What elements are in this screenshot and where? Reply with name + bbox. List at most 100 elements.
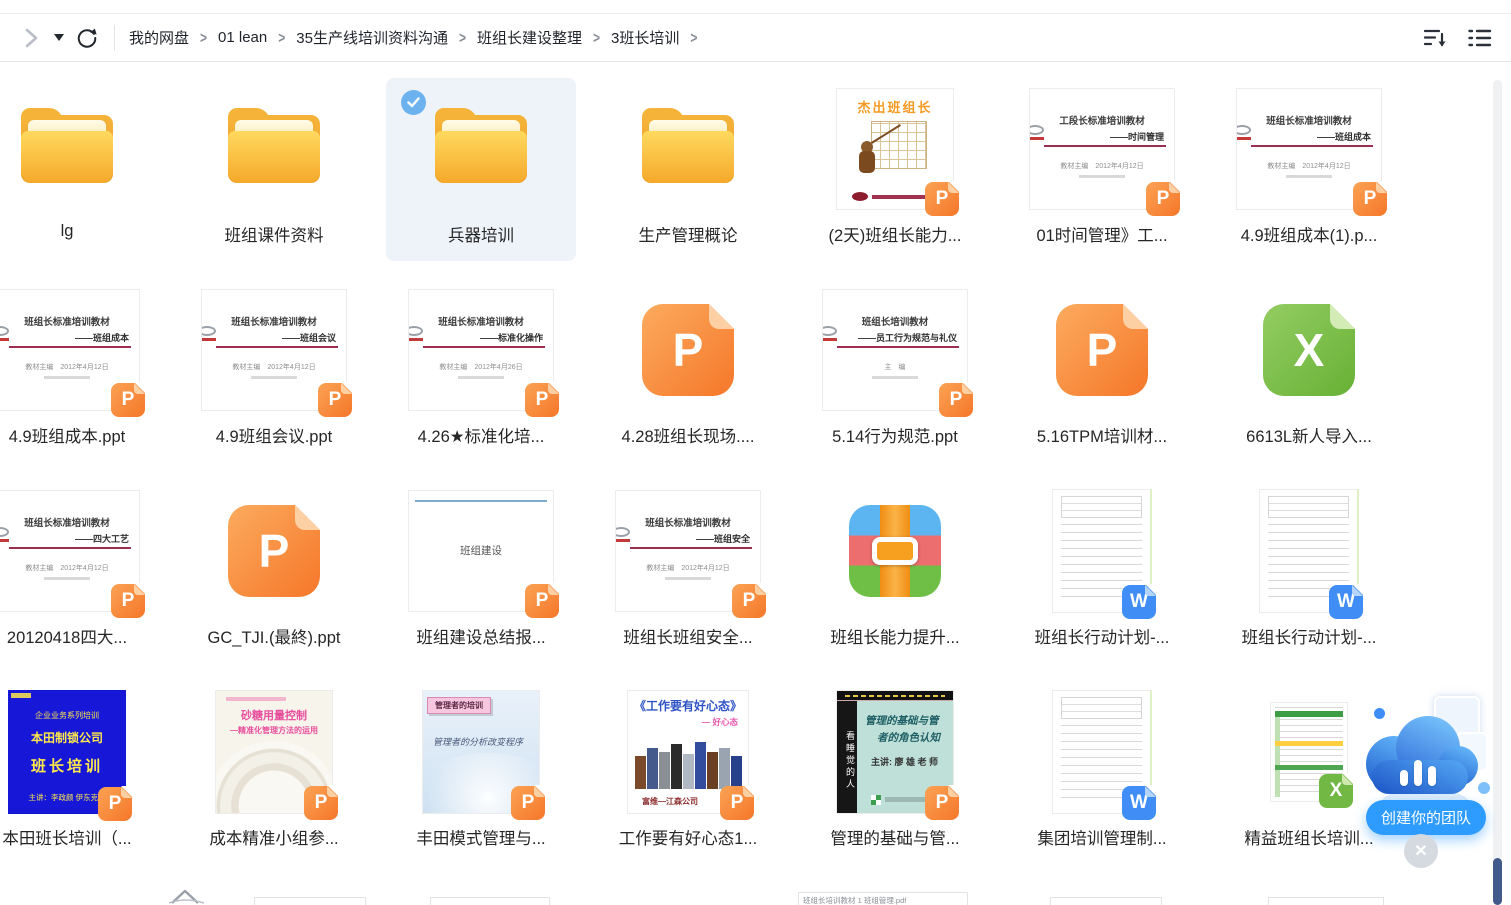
folder-icon xyxy=(226,109,322,189)
breadcrumb-item[interactable]: 3班长培训 xyxy=(611,27,679,48)
file-tile[interactable]: 工段长标准培训教材 ——时间管理 教材主编 2012年4月12日 P01时间管理… xyxy=(1007,78,1197,261)
ppt-badge-icon: P xyxy=(525,383,559,417)
refresh-button[interactable] xyxy=(74,25,100,51)
view-toggle-button[interactable] xyxy=(1467,25,1493,51)
excel-badge-icon: X xyxy=(1319,774,1353,808)
file-name-label: 5.14行为规范.ppt xyxy=(800,423,990,447)
file-name-label: 成本精准小组参... xyxy=(179,825,369,849)
file-tile[interactable]: P5.16TPM培训材... xyxy=(1007,279,1197,462)
promo-close-button[interactable]: ✕ xyxy=(1404,834,1438,868)
file-thumbnail: 砂糖用量控制 —精准化管理方法的运用P xyxy=(215,690,333,814)
thumb-meta: 教材主编 2012年4月12日 xyxy=(616,563,760,573)
ppt-badge-icon: P xyxy=(304,786,338,820)
thumb-title: 班组长标准培训教材 xyxy=(0,314,139,328)
file-name-label: 班组长能力提升... xyxy=(800,624,990,648)
ppt-badge-icon: P xyxy=(525,584,559,618)
file-tile[interactable]: 班组长培训教材 ——员工行为规范与礼仪 主 编 P 5.14行为规范.ppt xyxy=(800,279,990,462)
file-tile[interactable]: 班组长标准培训教材 ——标准化操作 教材主编 2012年4月26日 P4.26★… xyxy=(386,279,576,462)
file-tile[interactable]: 班组长标准培训教材 ——班组成本 教材主编 2012年4月12日 P4.9班组成… xyxy=(0,279,162,462)
thumb-line: 企业业务系列培训 xyxy=(8,710,126,721)
dropdown-caret-icon xyxy=(54,34,64,41)
file-thumbnail: 看睡觉的人 管理的基础与管 者的角色认知 主讲: 廖 雄 老 师 P xyxy=(836,690,954,814)
file-tile[interactable]: 班组长能力提升... xyxy=(800,480,990,663)
ppt-badge-icon: P xyxy=(511,786,545,820)
file-tile[interactable]: X6613L新人导入... xyxy=(1214,279,1404,462)
toolbar: 我的网盘>01 lean>35生产线培训资料沟通>班组长建设整理>3班长培训> xyxy=(0,14,1511,62)
thumb-meta: 教材主编 2012年4月12日 xyxy=(202,362,346,372)
folder-icon xyxy=(640,109,736,189)
thumb-meta: 教材主编 2012年4月26日 xyxy=(409,362,553,372)
file-tile[interactable]: W集团培训管理制... xyxy=(1007,681,1197,864)
folder-tile[interactable]: 兵器培训 xyxy=(386,78,576,261)
file-tile[interactable]: 杰出班组长 P (2天)班组长能力... xyxy=(800,78,990,261)
ppt-badge-icon: P xyxy=(318,383,352,417)
thumb-title: 班组建设 xyxy=(409,543,553,558)
file-tile[interactable]: 班组长标准培训教材 ——四大工艺 教材主编 2012年4月12日 P201204… xyxy=(0,480,162,663)
folder-tile[interactable]: lg xyxy=(0,78,162,261)
file-tile[interactable]: 班组建设 P 班组建设总结报... xyxy=(386,480,576,663)
file-tile[interactable]: 《工作要有好心态》 — 好心态 富维—江森公司P工作要有好心态1... xyxy=(593,681,783,864)
selected-check-icon[interactable] xyxy=(401,90,426,115)
breadcrumb-item[interactable]: 我的网盘 xyxy=(129,27,189,48)
breadcrumb-item[interactable]: 01 lean xyxy=(218,29,267,46)
file-name-label: 班组课件资料 xyxy=(179,222,369,246)
thumb-title: 者的角色认知 xyxy=(877,730,949,745)
window-top-strip xyxy=(0,0,1511,14)
thumb-meta: 教材主编 2012年4月12日 xyxy=(1237,161,1381,171)
file-thumbnail: W xyxy=(1259,489,1359,613)
thumb-subtitle: ——班组安全 xyxy=(616,532,760,545)
ppt-badge-icon: P xyxy=(939,383,973,417)
create-team-button[interactable]: 创建你的团队 xyxy=(1366,800,1486,835)
ppt-badge-icon: P xyxy=(925,786,959,820)
file-thumbnail: 班组长标准培训教材 ——四大工艺 教材主编 2012年4月12日 P xyxy=(0,490,140,612)
file-tile[interactable]: 班组长标准培训教材 ——班组安全 教材主编 2012年4月12日 P班组长班组安… xyxy=(593,480,783,663)
thumb-title: 砂糖用量控制 xyxy=(216,707,332,723)
thumb-line: 管理者的分析改变程序 xyxy=(433,735,523,748)
ppt-badge-icon: P xyxy=(111,383,145,417)
history-dropdown-button[interactable] xyxy=(50,25,68,51)
file-name-label: 6613L新人导入... xyxy=(1214,423,1404,447)
thumb-line: 本田制锁公司 xyxy=(8,729,126,746)
file-tile[interactable]: 看睡觉的人 管理的基础与管 者的角色认知 主讲: 廖 雄 老 师 P管理的基础与… xyxy=(800,681,990,864)
ppt-badge-icon: P xyxy=(732,584,766,618)
ppt-badge-icon: P xyxy=(111,584,145,618)
file-tile[interactable]: W班组长行动计划-... xyxy=(1214,480,1404,663)
file-tile[interactable]: PGC_TJI.(最終).ppt xyxy=(179,480,369,663)
thumb-title: 班组长标准培训教材 xyxy=(0,515,139,529)
file-name-label: 班组建设总结报... xyxy=(386,624,576,648)
breadcrumb-item[interactable]: 35生产线培训资料沟通 xyxy=(296,27,448,48)
file-tile[interactable]: 企业业务系列培训 本田制锁公司 班长培训 主讲：李政颜 伊东克美P本田班长培训（… xyxy=(0,681,162,864)
forward-button[interactable] xyxy=(18,25,44,51)
thumbnail-partial xyxy=(254,897,366,905)
file-name-label: 工作要有好心态1... xyxy=(593,825,783,849)
thumb-meta: 教材主编 2012年4月12日 xyxy=(0,563,139,573)
file-tile[interactable]: 管理者的培训 管理者的分析改变程序P丰田模式管理与... xyxy=(386,681,576,864)
thumb-meta: 教材主编 2012年4月12日 xyxy=(1030,161,1174,171)
file-thumbnail: W xyxy=(1052,489,1152,613)
file-tile[interactable]: 班组长标准培训教材 ——班组会议 教材主编 2012年4月12日 P4.9班组会… xyxy=(179,279,369,462)
thumb-subtitle: — 好心态 xyxy=(628,716,748,728)
breadcrumb-item[interactable]: 班组长建设整理 xyxy=(477,27,582,48)
file-tile[interactable]: 班组长标准培训教材 ——班组成本 教材主编 2012年4月12日 P4.9班组成… xyxy=(1214,78,1404,261)
logo-emblem-partial xyxy=(168,889,208,904)
file-name-label: (2天)班组长能力... xyxy=(800,222,990,246)
ppt-badge-icon: P xyxy=(1353,182,1387,216)
file-thumbnail: 班组长培训教材 ——员工行为规范与礼仪 主 编 P xyxy=(822,289,968,411)
thumb-meta: 主 编 xyxy=(823,362,967,372)
sort-button[interactable] xyxy=(1423,25,1449,51)
file-name-label: 生产管理概论 xyxy=(593,222,783,246)
folder-tile[interactable]: 生产管理概论 xyxy=(593,78,783,261)
file-thumbnail: W xyxy=(1052,690,1152,814)
folder-tile[interactable]: 班组课件资料 xyxy=(179,78,369,261)
promo-dot xyxy=(1374,708,1385,719)
sort-icon xyxy=(1424,28,1448,48)
thumb-title: 班组长标准培训教材 xyxy=(409,314,553,328)
file-thumbnail: 杰出班组长 P xyxy=(836,88,954,210)
file-tile[interactable]: W班组长行动计划-... xyxy=(1007,480,1197,663)
file-tile[interactable]: P4.28班组长现场.... xyxy=(593,279,783,462)
partial-file-text: 班组长培训教材 1 班组管理.pdf xyxy=(799,893,967,905)
breadcrumb-separator: > xyxy=(200,28,207,46)
file-grid: lg 班组课件资料 兵器培训 生产管理概论 杰出班组长 P (2天)班组长能力..… xyxy=(0,63,1511,905)
file-name-label: 4.9班组成本(1).p... xyxy=(1214,222,1404,246)
file-tile[interactable]: 砂糖用量控制 —精准化管理方法的运用P 成本精准小组参... xyxy=(179,681,369,864)
